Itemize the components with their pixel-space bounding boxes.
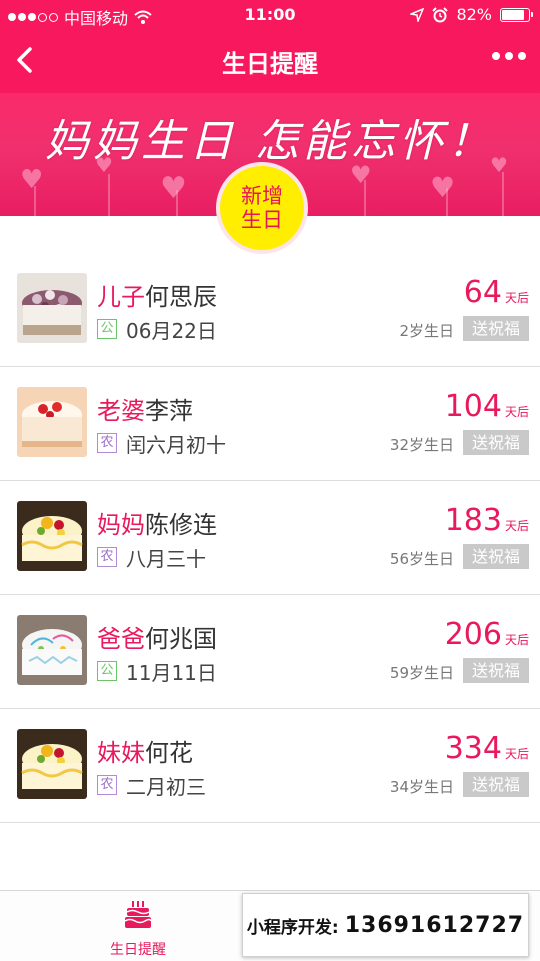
- cake-thumbnail: [17, 729, 87, 799]
- age-label: 2岁生日: [399, 322, 454, 340]
- calendar-type-badge: 农: [97, 547, 117, 567]
- developer-contact-overlay: 小程序开发: 13691612727: [242, 893, 529, 957]
- send-blessing-button[interactable]: 送祝福: [463, 316, 529, 341]
- days-unit: 天后: [504, 291, 529, 305]
- send-blessing-button[interactable]: 送祝福: [463, 658, 529, 683]
- calendar-type-badge: 公: [97, 661, 117, 681]
- list-item[interactable]: 儿子何思辰 公 06月22日 64 天后 2岁生日 送祝福: [0, 253, 540, 367]
- page-title: 生日提醒: [222, 50, 318, 78]
- list-item[interactable]: 妹妹何花 农 二月初三 334 天后 34岁生日 送祝福: [0, 709, 540, 823]
- person-name: 李萍: [145, 397, 193, 425]
- relation-label: 爸爸: [97, 625, 145, 653]
- cake-thumbnail: [17, 387, 87, 457]
- list-item[interactable]: 老婆李萍 农 闰六月初十 104 天后 32岁生日 送祝福: [0, 367, 540, 481]
- days-remaining: 206: [444, 617, 502, 652]
- send-blessing-button[interactable]: 送祝福: [463, 430, 529, 455]
- days-unit: 天后: [504, 405, 529, 419]
- tab-birthday-label: 生日提醒: [110, 942, 166, 958]
- days-unit: 天后: [504, 519, 529, 533]
- banner-slogan: 妈妈生日 怎能忘怀！: [45, 116, 495, 167]
- status-bar: 中国移动 11:00 82%: [0, 0, 540, 30]
- relation-label: 儿子: [97, 283, 145, 311]
- tab-birthday-reminder[interactable]: 生日提醒: [98, 899, 178, 959]
- person-name: 何花: [145, 739, 193, 767]
- send-blessing-button[interactable]: 送祝福: [463, 544, 529, 569]
- birthday-date: 二月初三: [126, 775, 206, 799]
- alarm-icon: [432, 6, 449, 22]
- age-label: 34岁生日: [389, 778, 454, 796]
- cake-thumbnail: [17, 615, 87, 685]
- list-item[interactable]: 爸爸何兆国 公 11月11日 206 天后 59岁生日 送祝福: [0, 595, 540, 709]
- nav-bar: 生日提醒: [0, 30, 540, 93]
- birthday-list: 儿子何思辰 公 06月22日 64 天后 2岁生日 送祝福 老婆李萍 农 闰六月初…: [0, 250, 540, 823]
- list-item[interactable]: 妈妈陈修连 农 八月三十 183 天后 56岁生日 送祝福: [0, 481, 540, 595]
- developer-label: 小程序开发:: [246, 917, 339, 938]
- battery-percent: 82%: [456, 5, 492, 24]
- birthday-cake-icon: [124, 901, 152, 928]
- calendar-type-badge: 农: [97, 433, 117, 453]
- add-birthday-button[interactable]: 新增 生日: [216, 162, 308, 254]
- days-remaining: 64: [463, 275, 502, 310]
- more-menu-icon[interactable]: [492, 52, 526, 60]
- calendar-type-badge: 农: [97, 775, 117, 795]
- age-label: 59岁生日: [389, 664, 454, 682]
- days-remaining: 334: [444, 731, 502, 766]
- relation-label: 妹妹: [97, 739, 145, 767]
- age-label: 56岁生日: [389, 550, 454, 568]
- days-remaining: 183: [444, 503, 502, 538]
- age-label: 32岁生日: [389, 436, 454, 454]
- developer-phone: 13691612727: [344, 912, 525, 938]
- add-birthday-label-2: 生日: [241, 208, 283, 232]
- person-name: 何思辰: [145, 283, 217, 311]
- cake-thumbnail: [17, 273, 87, 343]
- birthday-date: 06月22日: [126, 319, 217, 343]
- cake-thumbnail: [17, 501, 87, 571]
- relation-label: 妈妈: [97, 511, 145, 539]
- birthday-date: 11月11日: [126, 661, 217, 685]
- battery-icon: [500, 7, 533, 22]
- person-name: 何兆国: [145, 625, 217, 653]
- birthday-date: 八月三十: [126, 547, 206, 571]
- calendar-type-badge: 公: [97, 319, 117, 339]
- top-bar: 中国移动 11:00 82% 生日提醒: [0, 0, 540, 93]
- days-unit: 天后: [504, 633, 529, 647]
- send-blessing-button[interactable]: 送祝福: [463, 772, 529, 797]
- days-unit: 天后: [504, 747, 529, 761]
- person-name: 陈修连: [145, 511, 217, 539]
- add-birthday-label-1: 新增: [241, 184, 283, 208]
- relation-label: 老婆: [97, 397, 145, 425]
- birthday-date: 闰六月初十: [126, 433, 226, 457]
- location-icon: [410, 7, 425, 22]
- days-remaining: 104: [444, 389, 502, 424]
